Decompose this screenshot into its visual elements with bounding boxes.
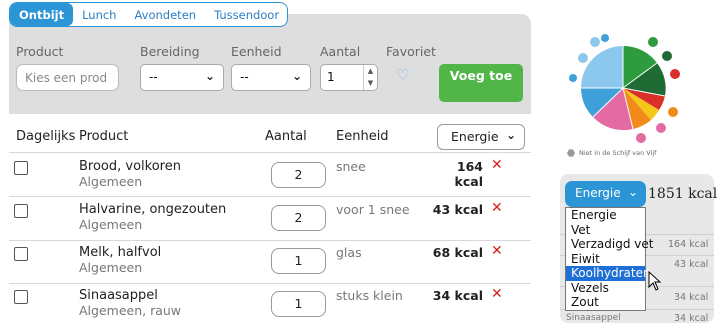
daily-checkbox[interactable] [14, 161, 28, 175]
table-row: Sinaasappel Algemeen, rauw 1 stuks klein… [9, 286, 531, 323]
aantal-label: Aantal [320, 44, 361, 59]
meal-panel: Product Kies een prod Bereiding -- ⌄ Een… [9, 14, 531, 323]
amount-input[interactable]: 2 [271, 162, 326, 188]
food-icon [636, 133, 646, 143]
hexagon-icon [567, 149, 575, 157]
nutrient-select[interactable]: Energie ⌄ [437, 124, 525, 150]
kcal-value: 164 kcal [454, 159, 483, 189]
dropdown-option-vezels[interactable]: Vezels [566, 281, 645, 296]
amount-input[interactable]: 1 [271, 291, 326, 317]
food-icon [656, 123, 666, 133]
pie-slice-water [581, 46, 623, 88]
product-search-input[interactable]: Kies een prod [16, 64, 119, 91]
summary-value: 34 kcal [674, 292, 709, 303]
amount-input[interactable]: 1 [271, 248, 326, 274]
daily-checkbox[interactable] [14, 204, 28, 218]
divider [9, 152, 531, 153]
unit-label: voor 1 snee [336, 202, 410, 217]
product-name: Sinaasappel [79, 288, 158, 303]
food-icon [590, 37, 600, 47]
delete-icon[interactable]: ✕ [491, 157, 503, 173]
divider [9, 196, 531, 197]
food-icon [601, 34, 609, 42]
chevron-down-icon: ⌄ [291, 69, 302, 83]
product-category: Algemeen [79, 174, 143, 189]
product-category: Algemeen [79, 217, 143, 232]
aantal-stepper[interactable]: 1 ▲ ▼ [320, 64, 378, 91]
summary-value: 43 kcal [674, 259, 709, 270]
dropdown-option-energie[interactable]: Energie [566, 208, 645, 223]
unit-label: snee [336, 159, 366, 174]
dropdown-option-verzadigd-vet[interactable]: Verzadigd vet [566, 237, 653, 252]
tab-ontbijt[interactable]: Ontbijt [10, 3, 74, 26]
chevron-down-icon: ⌄ [505, 128, 516, 142]
schijf-van-vijf-pie [569, 34, 680, 143]
unit-label: stuks klein [336, 288, 403, 303]
bereiding-label: Bereiding [140, 44, 200, 59]
food-icon [569, 74, 577, 82]
delete-icon[interactable]: ✕ [491, 243, 503, 259]
product-category: Algemeen, rauw [79, 303, 182, 318]
dropdown-option-eiwit[interactable]: Eiwit [566, 252, 645, 267]
summary-nutrient-select[interactable]: Energie ⌄ [565, 181, 646, 207]
mouse-pointer-icon [648, 271, 662, 291]
product-category: Algemeen [79, 260, 143, 275]
dropdown-option-vet[interactable]: Vet [566, 223, 645, 238]
product-name: Melk, halfvol [79, 245, 162, 260]
heart-icon[interactable]: ♡ [396, 66, 409, 84]
food-icon [662, 51, 672, 61]
eenheid-select[interactable]: -- ⌄ [231, 64, 311, 91]
summary-value: 164 kcal [668, 239, 709, 250]
food-icon [668, 107, 678, 117]
tab-lunch[interactable]: Lunch [73, 3, 125, 26]
delete-icon[interactable]: ✕ [491, 200, 503, 216]
eenheid-label: Eenheid [231, 44, 282, 59]
bereiding-select[interactable]: -- ⌄ [140, 64, 224, 91]
product-label: Product [16, 44, 64, 59]
favoriet-label: Favoriet [386, 44, 436, 59]
summary-row-label: Sinaasappel [566, 313, 621, 323]
pie-note-text: Niet in de Schijf van Vijf [579, 149, 657, 157]
tab-avondeten[interactable]: Avondeten [125, 3, 205, 26]
header-product: Product [79, 129, 129, 144]
kcal-value: 43 kcal [432, 202, 483, 217]
food-icon [670, 69, 680, 79]
tab-tussendoor[interactable]: Tussendoor [205, 3, 287, 26]
dropdown-option-zout[interactable]: Zout [566, 295, 645, 310]
header-amount: Aantal [265, 129, 307, 144]
meal-tabs: Ontbijt Lunch Avondeten Tussendoor [9, 2, 288, 27]
product-name: Halvarine, ongezouten [79, 202, 227, 217]
unit-label: glas [336, 245, 362, 260]
chevron-down-icon: ⌄ [204, 69, 215, 83]
header-unit: Eenheid [336, 129, 389, 144]
pie-legend: Niet in de Schijf van Vijf [567, 149, 656, 157]
daily-checkbox[interactable] [14, 247, 28, 261]
daily-checkbox[interactable] [14, 290, 28, 304]
food-icon [648, 37, 658, 47]
food-icon [578, 53, 588, 63]
divider [9, 240, 531, 241]
dropdown-option-koolhydraten[interactable]: Koolhydraten [566, 266, 651, 281]
add-product-button[interactable]: Voeg toe [439, 64, 523, 102]
summary-value: 34 kcal [674, 313, 709, 323]
summary-total: 1851 kcal [648, 186, 718, 202]
header-daily: Dagelijks [16, 129, 76, 144]
kcal-value: 34 kcal [432, 288, 483, 303]
table-row: Brood, volkoren Algemeen 2 snee 164 kcal… [9, 157, 531, 201]
nutrient-dropdown-list: Energie Vet Verzadigd vet Eiwit Koolhydr… [565, 207, 653, 311]
amount-input[interactable]: 2 [271, 205, 326, 231]
table-row: Halvarine, ongezouten Algemeen 2 voor 1 … [9, 200, 531, 244]
chevron-down-icon: ⌄ [627, 185, 638, 199]
divider [9, 283, 531, 284]
spinner-arrows-icon[interactable]: ▲ ▼ [363, 65, 377, 90]
delete-icon[interactable]: ✕ [491, 286, 503, 302]
product-name: Brood, volkoren [79, 159, 181, 174]
kcal-value: 68 kcal [432, 245, 483, 260]
table-row: Melk, halfvol Algemeen 1 glas 68 kcal ✕ [9, 243, 531, 287]
add-product-form: Product Kies een prod Bereiding -- ⌄ Een… [9, 14, 531, 114]
